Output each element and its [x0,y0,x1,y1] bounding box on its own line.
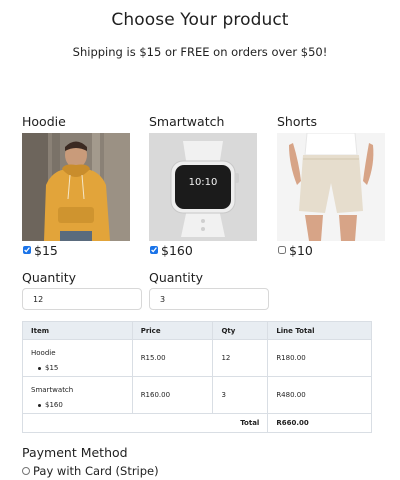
pay-with-card-label: Pay with Card (Stripe) [33,464,159,478]
item-cell: Hoodie $15 [22,339,133,377]
product-name: Shorts [277,114,318,129]
product-name: Hoodie [22,114,66,129]
column-header-item: Item [22,321,133,340]
hoodie-quantity-input[interactable] [22,288,142,310]
pay-with-card-radio[interactable] [22,467,30,475]
item-cell: Smartwatch $160 [22,376,133,414]
price-cell: R15.00 [131,339,214,377]
price-cell: R160.00 [131,376,214,414]
hoodie-image [22,133,130,241]
smartwatch-image: 10:10 [149,133,257,241]
watch-time: 10:10 [189,177,218,188]
table-row: Smartwatch $160 R160.00 3 R480.00 [22,376,372,414]
page-title: Choose Your product [111,10,289,30]
product-card-smartwatch: Smartwatch 10:10 $160 [149,114,259,258]
hoodie-checkbox[interactable] [23,246,31,254]
product-card-shorts: Shorts $10 [277,114,387,258]
shipping-notice: Shipping is $15 or FREE on orders over $… [72,45,328,59]
table-header-row: Item Price Qty Line Total [22,321,372,340]
line-total-cell: R480.00 [267,376,372,414]
product-price: $10 [289,242,313,258]
shorts-image [277,133,385,241]
qty-cell: 12 [212,339,269,377]
product-name: Smartwatch [149,114,225,129]
item-name: Smartwatch [31,385,74,394]
line-total-cell: R180.00 [267,339,372,377]
item-unit-price: $15 [31,364,124,372]
smartwatch-checkbox[interactable] [150,246,158,254]
order-summary-table: Item Price Qty Line Total Hoodie $15 R15… [21,321,372,433]
qty-cell: 3 [212,376,269,414]
product-price: $160 [161,242,193,258]
smartwatch-quantity-input[interactable] [149,288,269,310]
table-row: Hoodie $15 R15.00 12 R180.00 [22,339,372,377]
total-value: R660.00 [267,413,372,433]
hoodie-quantity-label: Quantity [22,270,77,285]
item-unit-price: $160 [31,401,124,409]
total-label: Total [21,413,269,433]
column-header-qty: Qty [212,321,269,340]
column-header-price: Price [131,321,214,340]
item-name: Hoodie [31,348,56,357]
pay-with-card-option[interactable]: Pay with Card (Stripe) [22,464,159,478]
payment-method-title: Payment Method [22,445,128,460]
table-total-row: Total R660.00 [21,413,372,433]
smartwatch-quantity-label: Quantity [149,270,204,285]
product-card-hoodie: Hoodie $15 [22,114,132,258]
product-price: $15 [34,242,58,258]
column-header-line-total: Line Total [267,321,372,340]
shorts-checkbox[interactable] [278,246,286,254]
